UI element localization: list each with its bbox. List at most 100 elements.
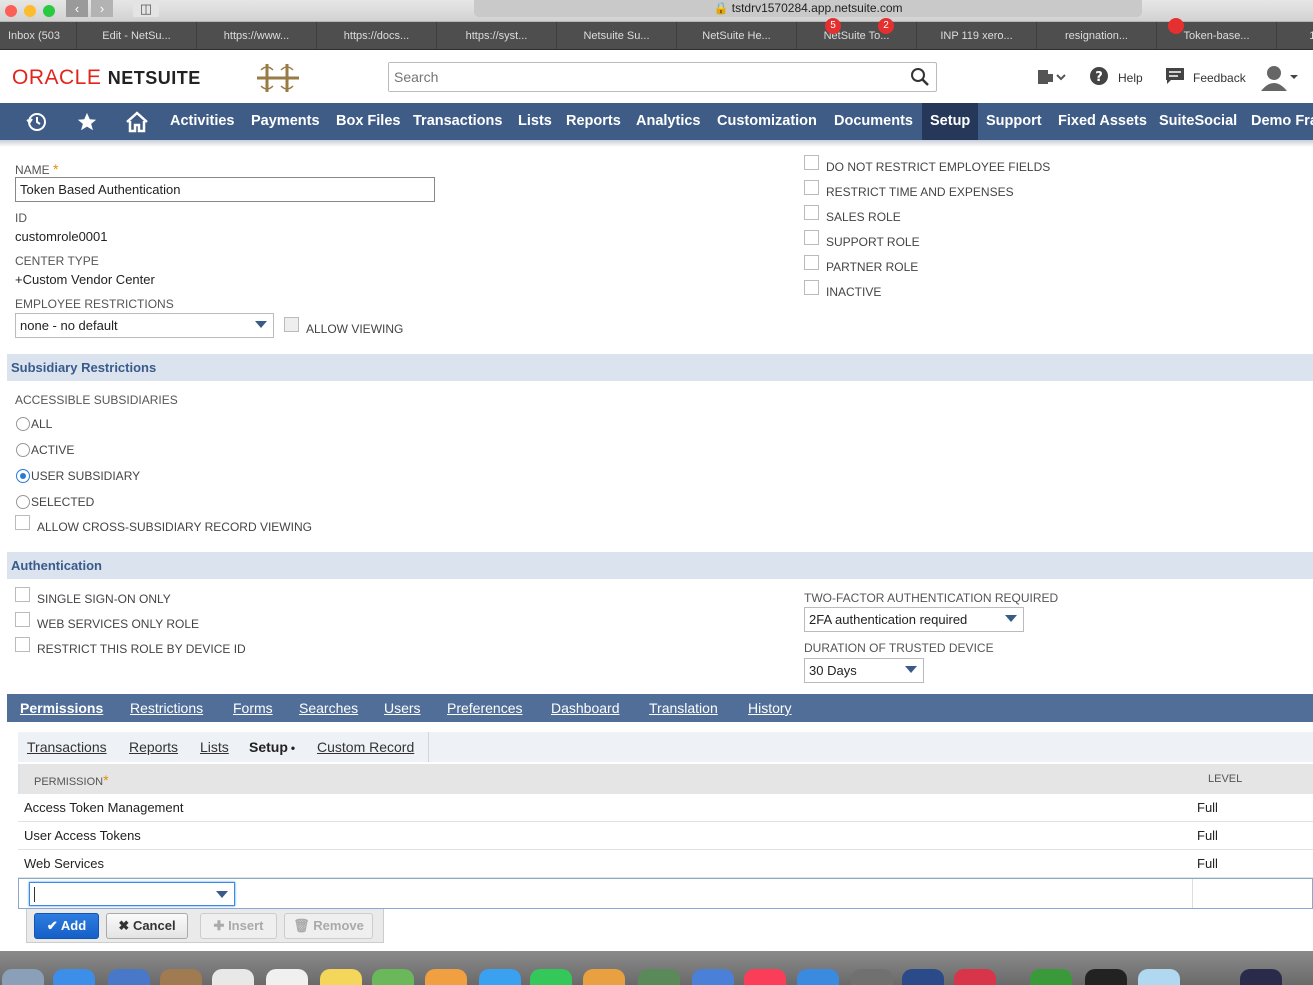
- dock-app-icon[interactable]: [583, 969, 625, 985]
- user-profile-icon[interactable]: [1260, 65, 1300, 91]
- right-option-checkbox[interactable]: [804, 230, 819, 245]
- recent-history-icon[interactable]: [12, 103, 62, 140]
- feedback-link[interactable]: Feedback: [1193, 71, 1246, 85]
- nav-item-setup[interactable]: Setup: [922, 103, 979, 140]
- subsidiary-radio[interactable]: [16, 469, 30, 483]
- level-column-header[interactable]: LEVEL: [1208, 773, 1242, 785]
- minimize-window-button[interactable]: [24, 5, 36, 17]
- perm-tab-custom-record[interactable]: Custom Record: [317, 732, 414, 762]
- nav-item-analytics[interactable]: Analytics: [628, 103, 708, 140]
- nav-item-suitesocial[interactable]: SuiteSocial: [1151, 103, 1245, 140]
- authentication-section-header[interactable]: Authentication: [7, 552, 1313, 579]
- dock-app-icon[interactable]: [2, 969, 44, 985]
- perm-tab-reports[interactable]: Reports: [129, 732, 178, 762]
- subtab-permissions[interactable]: Permissions: [20, 694, 103, 722]
- browser-tab[interactable]: Edit - NetSu...: [77, 22, 197, 49]
- subtab-translation[interactable]: Translation: [649, 694, 718, 722]
- subsidiary-radio[interactable]: [16, 495, 30, 509]
- cross-subsidiary-checkbox[interactable]: [15, 515, 30, 530]
- search-icon[interactable]: [910, 67, 930, 87]
- nav-item-demo-fra[interactable]: Demo Fra: [1243, 103, 1313, 140]
- nav-item-transactions[interactable]: Transactions: [405, 103, 510, 140]
- auth-option-checkbox[interactable]: [15, 637, 30, 652]
- dock-app-icon[interactable]: [797, 969, 839, 985]
- browser-tab[interactable]: resignation...: [1037, 22, 1157, 49]
- permission-column-header[interactable]: PERMISSION*: [34, 772, 109, 788]
- feedback-icon[interactable]: [1164, 66, 1186, 86]
- sidebar-toggle-icon[interactable]: ◫: [133, 0, 159, 17]
- browser-tab[interactable]: https://docs...: [317, 22, 437, 49]
- zoom-window-button[interactable]: [43, 5, 55, 17]
- subtab-dashboard[interactable]: Dashboard: [551, 694, 620, 722]
- help-link[interactable]: Help: [1118, 71, 1143, 85]
- browser-tab[interactable]: INP 119 xero...: [917, 22, 1037, 49]
- browser-tab[interactable]: Inbox (503: [0, 22, 77, 49]
- right-option-checkbox[interactable]: [804, 205, 819, 220]
- subtab-restrictions[interactable]: Restrictions: [130, 694, 203, 722]
- home-icon[interactable]: [112, 103, 162, 140]
- dock-app-icon[interactable]: [212, 969, 254, 985]
- dock-app-icon[interactable]: [530, 969, 572, 985]
- subtab-preferences[interactable]: Preferences: [447, 694, 522, 722]
- dock-app-icon[interactable]: [53, 969, 95, 985]
- dock-app-icon[interactable]: [479, 969, 521, 985]
- cancel-button[interactable]: ✖ Cancel: [106, 913, 188, 939]
- dock-app-icon[interactable]: [954, 969, 996, 985]
- perm-tab-setup[interactable]: Setup •: [249, 732, 295, 762]
- insert-button[interactable]: ✚ Insert: [200, 913, 277, 939]
- perm-tab-lists[interactable]: Lists: [200, 732, 229, 762]
- dock-app-icon[interactable]: [1030, 969, 1072, 985]
- dock-app-icon[interactable]: [902, 969, 944, 985]
- right-option-checkbox[interactable]: [804, 180, 819, 195]
- table-row[interactable]: User Access Tokens Full: [18, 822, 1313, 850]
- remove-button[interactable]: 🗑 Remove: [284, 913, 373, 939]
- duration-select[interactable]: 30 Days: [804, 658, 924, 683]
- dock-app-icon[interactable]: [851, 969, 893, 985]
- nav-item-payments[interactable]: Payments: [243, 103, 328, 140]
- browser-tab[interactable]: https://www...: [197, 22, 317, 49]
- nav-item-documents[interactable]: Documents: [826, 103, 921, 140]
- perm-tab-transactions[interactable]: Transactions: [27, 732, 107, 762]
- table-row[interactable]: Access Token Management Full: [18, 794, 1313, 822]
- star-icon[interactable]: [62, 103, 112, 140]
- add-button[interactable]: ✔ Add: [34, 913, 99, 939]
- dock-app-icon[interactable]: [108, 969, 150, 985]
- nav-item-reports[interactable]: Reports: [558, 103, 629, 140]
- browser-tab[interactable]: Netsuite Su...: [557, 22, 677, 49]
- permission-edit-row[interactable]: [18, 878, 1313, 909]
- subsidiary-section-header[interactable]: Subsidiary Restrictions: [7, 354, 1313, 381]
- oracle-netsuite-logo[interactable]: ORACLE NETSUITE: [12, 66, 201, 90]
- dock-app-icon[interactable]: [425, 969, 467, 985]
- allow-viewing-checkbox[interactable]: [284, 317, 299, 332]
- dock-app-icon[interactable]: [1138, 969, 1180, 985]
- dock-app-icon[interactable]: [1240, 969, 1282, 985]
- subtab-forms[interactable]: Forms: [233, 694, 273, 722]
- dock-app-icon[interactable]: [692, 969, 734, 985]
- dock-app-icon[interactable]: [372, 969, 414, 985]
- auth-option-checkbox[interactable]: [15, 612, 30, 627]
- browser-tab[interactable]: NetSuite To...: [797, 22, 917, 49]
- browser-tab[interactable]: https://syst...: [437, 22, 557, 49]
- dock-app-icon[interactable]: [320, 969, 362, 985]
- nav-item-box-files[interactable]: Box Files: [328, 103, 408, 140]
- subtab-searches[interactable]: Searches: [299, 694, 358, 722]
- permission-select[interactable]: [29, 882, 235, 906]
- dock-app-icon[interactable]: [160, 969, 202, 985]
- search-input[interactable]: [389, 63, 889, 91]
- subsidiary-radio[interactable]: [16, 443, 30, 457]
- dock-app-icon[interactable]: [638, 969, 680, 985]
- recent-records-icon[interactable]: [1036, 67, 1066, 87]
- table-row[interactable]: Web Services Full: [18, 850, 1313, 878]
- close-window-button[interactable]: [5, 5, 17, 17]
- help-icon[interactable]: ?: [1089, 66, 1109, 86]
- right-option-checkbox[interactable]: [804, 155, 819, 170]
- global-search[interactable]: [388, 62, 937, 92]
- subsidiary-radio[interactable]: [16, 417, 30, 431]
- nav-item-activities[interactable]: Activities: [162, 103, 242, 140]
- twofa-select[interactable]: 2FA authentication required: [804, 607, 1024, 632]
- back-button[interactable]: ‹: [66, 0, 88, 17]
- nav-item-fixed-assets[interactable]: Fixed Assets: [1050, 103, 1155, 140]
- browser-tab[interactable]: 1Password: [1277, 22, 1313, 49]
- employee-restrictions-select[interactable]: none - no default: [15, 313, 274, 338]
- dock-app-icon[interactable]: [1085, 969, 1127, 985]
